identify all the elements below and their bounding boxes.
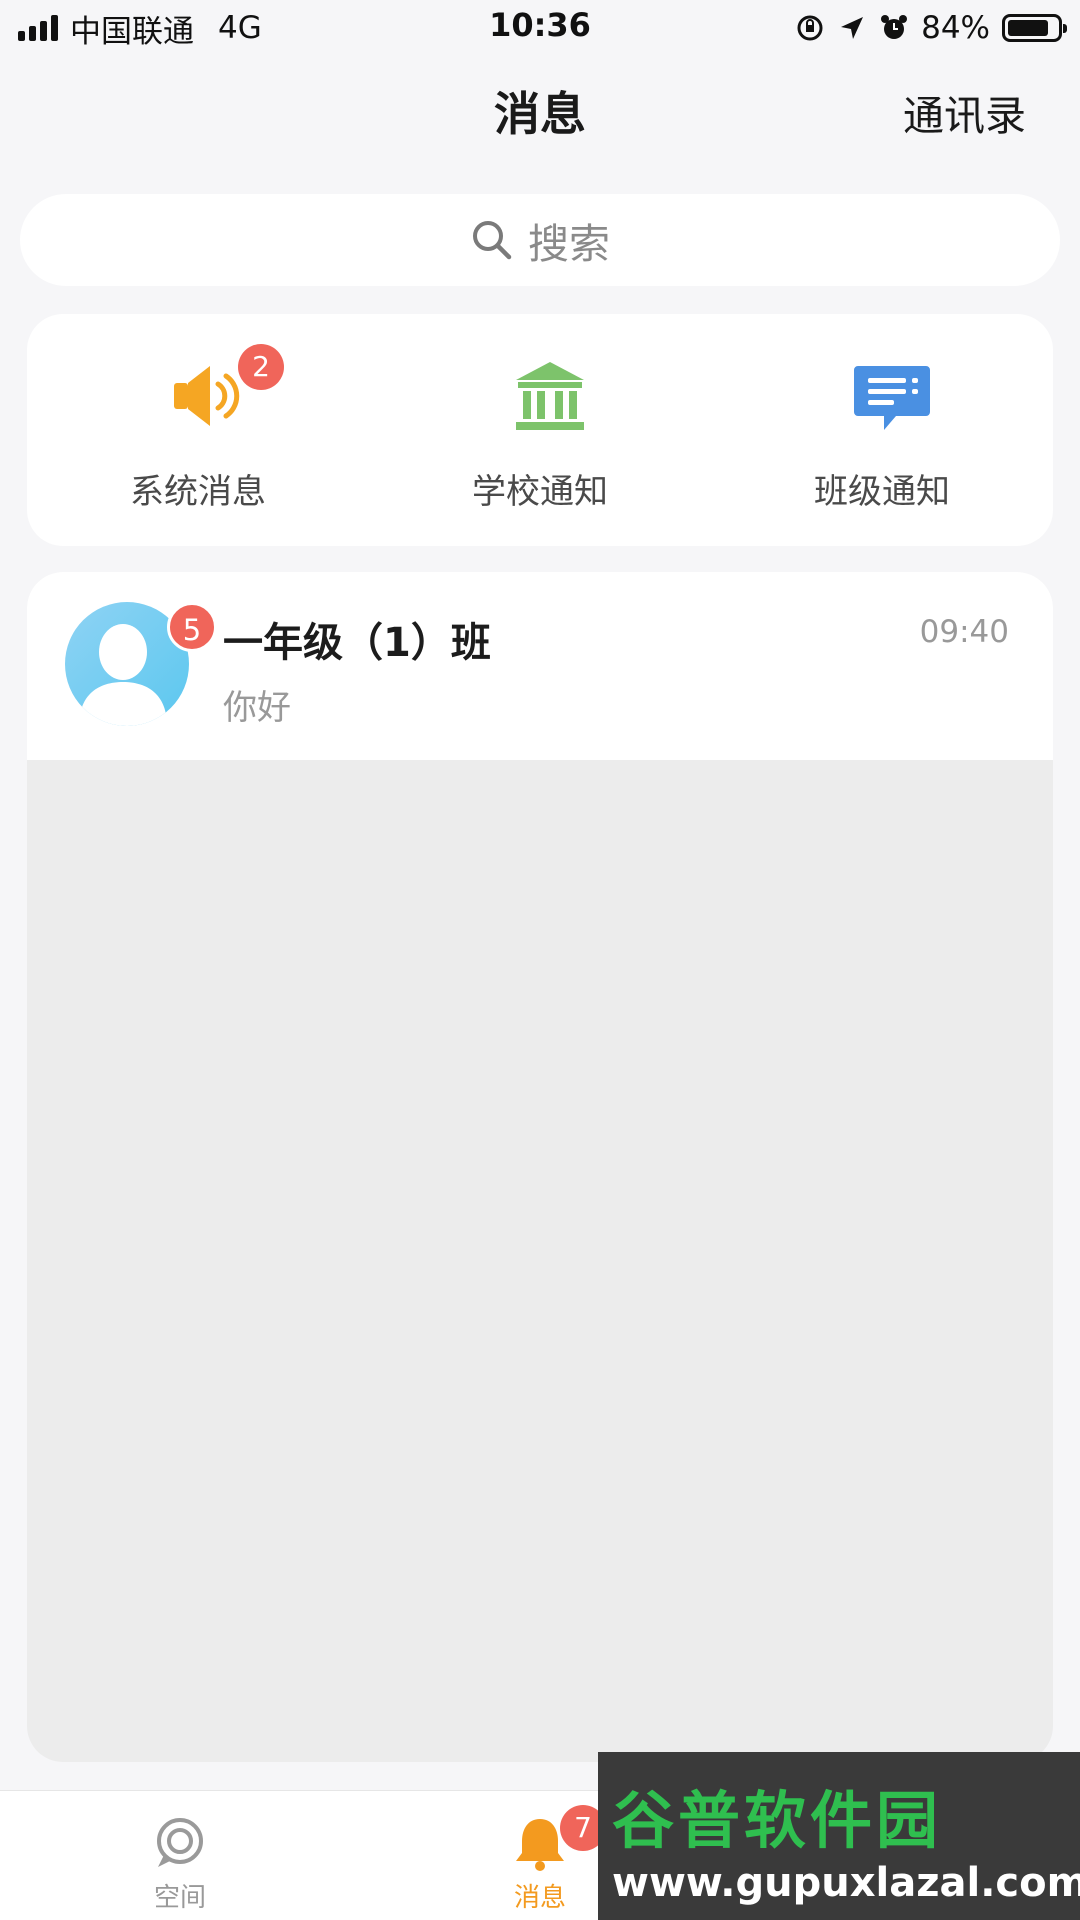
category-class-notice[interactable]: 班级通知 (711, 314, 1053, 546)
status-right: 84% (795, 8, 1067, 48)
nav-bar: 消息 通讯录 (0, 56, 1080, 160)
search-placeholder: 搜索 (528, 220, 610, 268)
watermark-logo: 谷普软件园 (612, 1784, 943, 1857)
battery-fill (1008, 20, 1048, 36)
rotation-lock-icon (797, 15, 823, 41)
battery-icon (1002, 14, 1067, 42)
conversation-time: 09:40 (919, 614, 1009, 650)
category-school-notice[interactable]: 学校通知 (369, 314, 711, 546)
status-bar: 中国联通 4G 10:36 84% (0, 0, 1080, 56)
alarm-clock-icon (881, 15, 908, 39)
tab-label: 空间 (153, 1883, 206, 1913)
category-label: 学校通知 (472, 472, 608, 512)
speaker-icon (168, 356, 248, 436)
conversation-name: 一年级（1）班 (223, 620, 491, 666)
category-label: 系统消息 (130, 472, 266, 512)
notification-categories: 2 系统消息 学校通知 班级通知 (27, 314, 1053, 546)
unread-badge: 5 (167, 602, 217, 652)
category-label: 班级通知 (814, 472, 950, 512)
school-building-icon (510, 356, 590, 436)
location-arrow-icon (841, 17, 864, 39)
battery-percent: 84% (921, 10, 990, 46)
search-bar[interactable]: 搜索 (20, 194, 1060, 286)
chat-bubble-icon (852, 356, 932, 436)
watermark: 谷普软件园 www.gupuxlazal.com (598, 1752, 1080, 1920)
system-messages-badge: 2 (238, 344, 284, 390)
watermark-url: www.gupuxlazal.com (612, 1860, 1080, 1906)
tab-space[interactable]: 空间 (0, 1791, 360, 1920)
search-icon (473, 221, 512, 260)
conversation-row[interactable]: 5 一年级（1）班 09:40 你好 (27, 572, 1053, 760)
space-chat-icon (150, 1813, 210, 1873)
conversation-preview: 你好 (223, 688, 291, 728)
contacts-button[interactable]: 通讯录 (903, 82, 1026, 142)
category-system-messages[interactable]: 2 系统消息 (27, 314, 369, 546)
conversation-list: 5 一年级（1）班 09:40 你好 (27, 572, 1053, 1762)
